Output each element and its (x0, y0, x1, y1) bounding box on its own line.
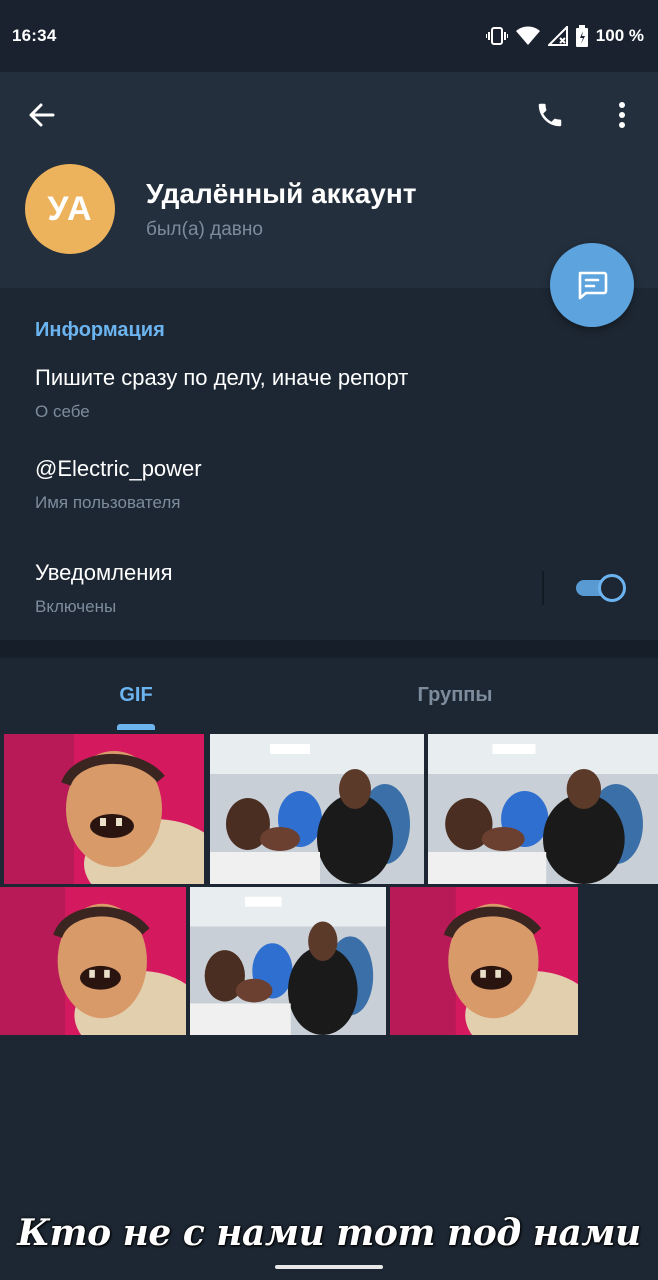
notifications-title[interactable]: Уведомления (35, 560, 173, 586)
gif-thumbnail[interactable] (210, 734, 424, 884)
bio-text[interactable]: Пишите сразу по делу, иначе репорт (35, 365, 408, 391)
wifi-icon (515, 26, 540, 46)
battery-icon (575, 25, 588, 47)
media-tabs: GIF Группы (0, 658, 658, 732)
gif-thumbnail[interactable] (190, 887, 386, 1035)
back-button[interactable] (22, 98, 62, 132)
gif-grid (0, 732, 658, 1038)
call-button[interactable] (530, 96, 570, 134)
toggle-knob (598, 574, 626, 602)
tab-indicator (117, 724, 155, 730)
laughing-crowd-image (190, 887, 386, 1035)
laughing-crowd-image (210, 734, 424, 884)
status-time: 16:34 (12, 26, 57, 45)
vibrate-icon (485, 26, 508, 46)
profile-header: УА Удалённый аккаунт был(а) давно (0, 72, 658, 288)
gif-thumbnail[interactable] (390, 887, 578, 1035)
tab-gif[interactable]: GIF (36, 658, 236, 732)
signal-icon (547, 26, 568, 46)
info-section: Информация Пишите сразу по делу, иначе р… (0, 290, 658, 640)
more-button[interactable] (604, 96, 640, 134)
section-divider (0, 640, 658, 658)
more-vertical-icon (619, 102, 625, 128)
username-text[interactable]: @Electric_power (35, 456, 202, 482)
username-label: Имя пользователя (35, 493, 181, 512)
arrow-left-icon (29, 103, 55, 127)
avatar[interactable]: УА (25, 164, 115, 254)
message-icon (578, 271, 608, 300)
profile-name: Удалённый аккаунт (146, 178, 417, 209)
status-icons: 100 % (485, 25, 644, 47)
meme-caption: Кто не с нами тот под нами (17, 1212, 641, 1254)
divider (542, 571, 544, 605)
gif-thumbnail[interactable] (0, 887, 186, 1035)
home-indicator[interactable] (275, 1265, 383, 1269)
last-seen-status: был(а) давно (146, 219, 263, 240)
tab-groups[interactable]: Группы (355, 658, 555, 732)
status-bar: 16:34 100 % (0, 0, 658, 72)
section-title: Информация (35, 319, 165, 341)
notifications-status: Включены (35, 597, 117, 616)
battery-percent: 100 % (595, 26, 644, 45)
phone-icon (538, 103, 562, 127)
gif-thumbnail[interactable] (428, 734, 658, 884)
laughing-man-image (4, 734, 204, 884)
bio-label: О себе (35, 402, 90, 421)
laughing-crowd-image (428, 734, 658, 884)
send-message-button[interactable] (550, 243, 634, 327)
laughing-man-image (0, 887, 186, 1035)
notifications-toggle[interactable] (574, 573, 628, 603)
laughing-man-image (390, 887, 578, 1035)
gif-thumbnail[interactable] (4, 734, 204, 884)
